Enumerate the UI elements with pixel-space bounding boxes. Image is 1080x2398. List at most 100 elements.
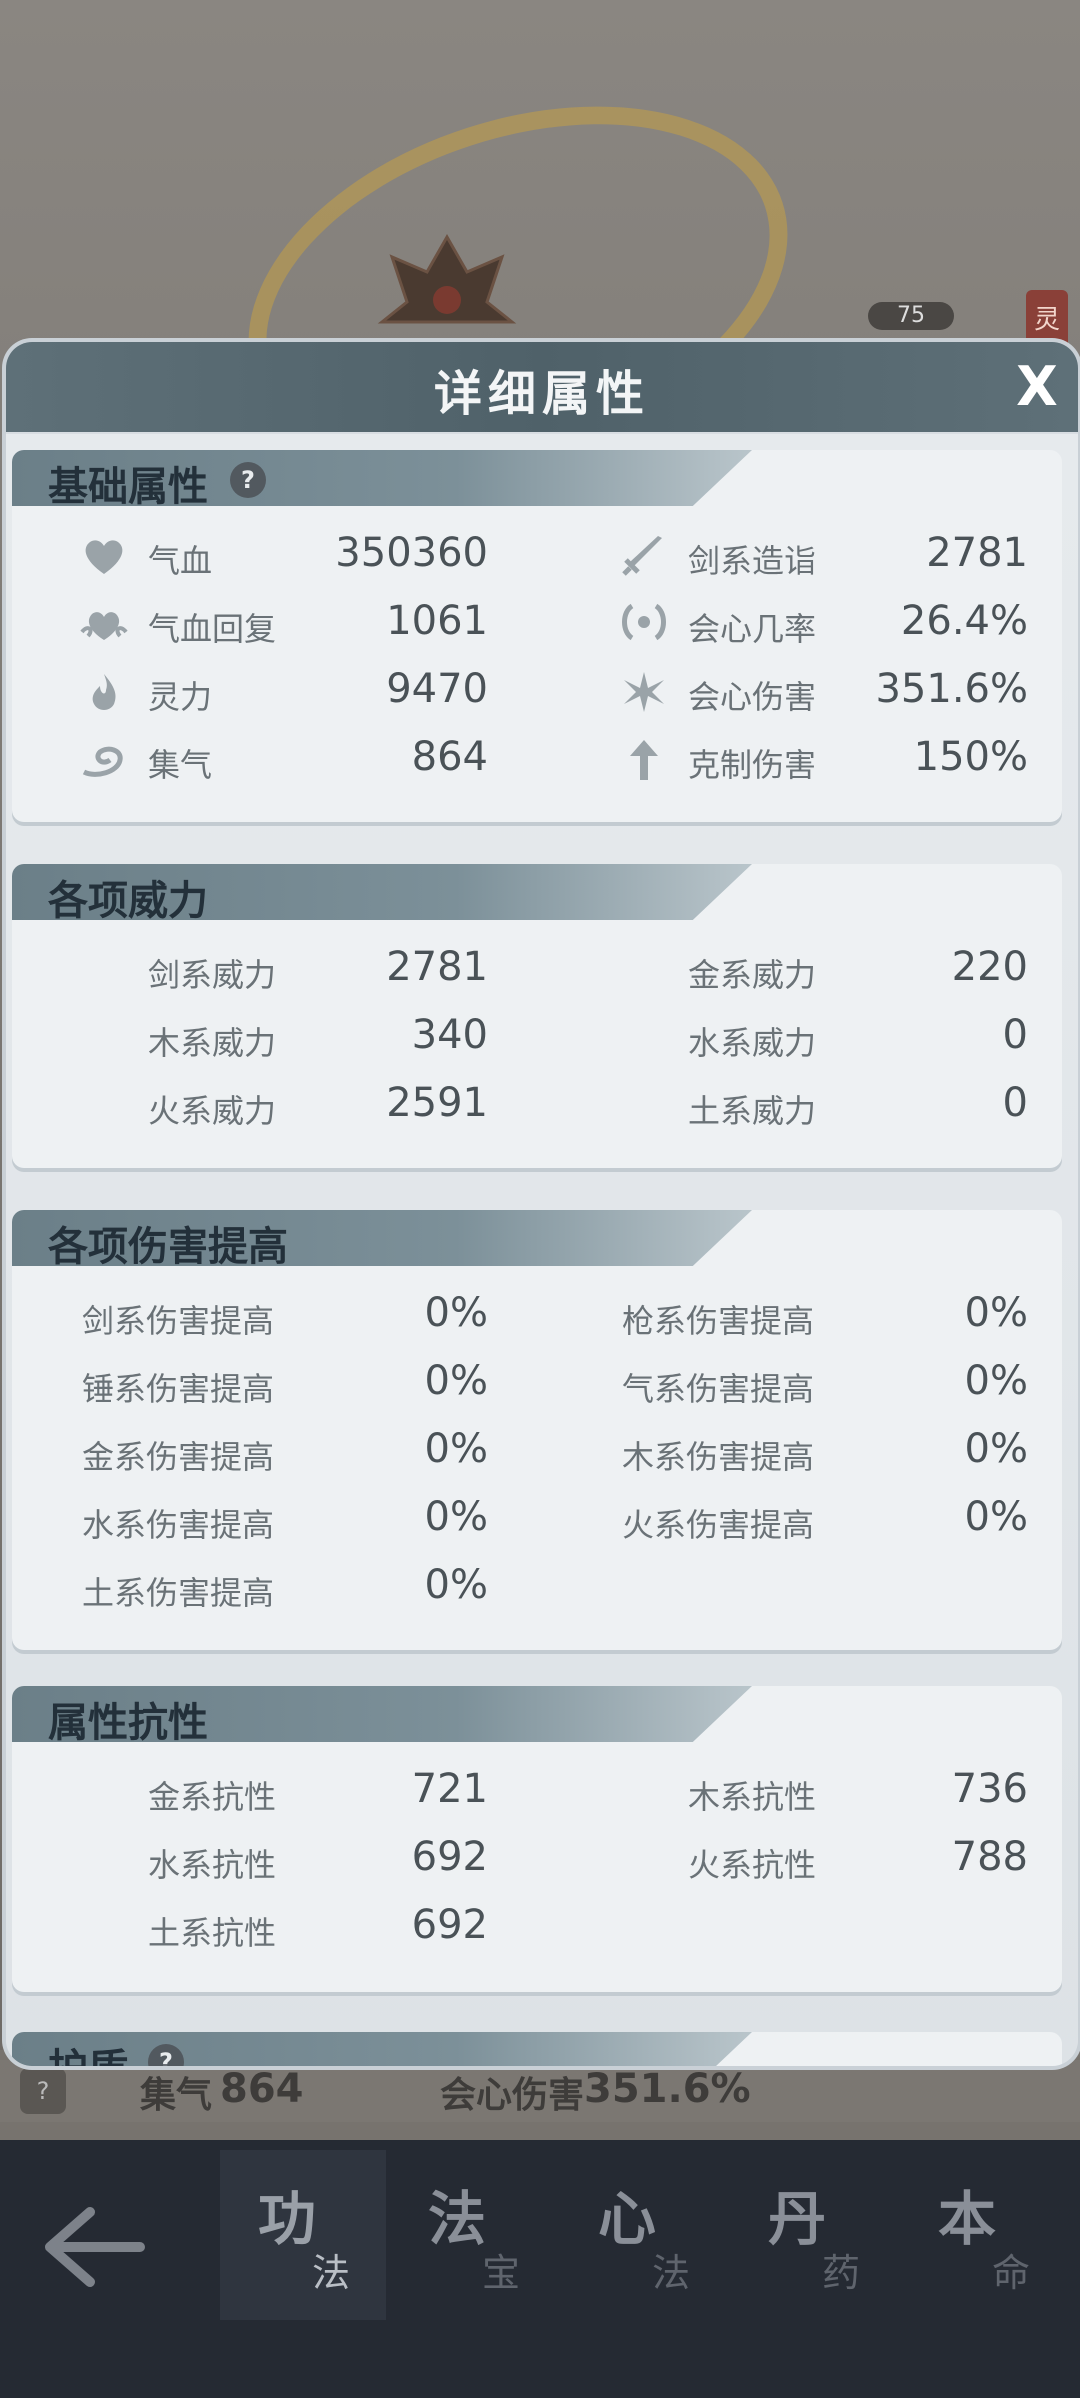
stat-label: 土系伤害提高 — [82, 1574, 275, 1612]
stat-value: 788 — [951, 1834, 1028, 1880]
modal-body[interactable]: 基础属性 ? 气血 350360 气血回复 1061 灵力 9470 集气 86… — [6, 434, 1078, 2066]
help-icon[interactable]: ? — [230, 462, 266, 498]
stat-label: 火系伤害提高 — [622, 1506, 815, 1544]
stat-label: 剑系威力 — [148, 956, 277, 994]
stat-label: 气血回复 — [148, 610, 277, 648]
stat-label: 锤系伤害提高 — [82, 1370, 275, 1408]
stat-label: 火系威力 — [148, 1092, 277, 1130]
stat-label: 金系伤害提高 — [82, 1438, 275, 1476]
crit-damage-icon — [624, 672, 664, 712]
stat-value: 9470 — [386, 666, 488, 712]
stat-value: 26.4% — [900, 598, 1028, 644]
stat-label: 灵力 — [148, 678, 213, 716]
close-button[interactable]: X — [1010, 360, 1064, 414]
tab-char: 命 — [992, 2251, 1031, 2295]
section-resistance: 属性抗性 金系抗性 721 水系抗性 692 土系抗性 692 木系抗性 736… — [12, 1686, 1062, 1992]
level-badge: 75 — [868, 302, 954, 330]
helmet-crest-icon — [377, 233, 517, 324]
tab-char: 药 — [822, 2251, 861, 2295]
tab-char: 功 — [258, 2185, 317, 2253]
help-icon[interactable]: ? — [20, 2068, 66, 2114]
stat-value: 2591 — [386, 1080, 488, 1126]
stat-label: 木系伤害提高 — [622, 1438, 815, 1476]
stat-label: 集气 — [148, 746, 213, 784]
section-protection: 护盾 ? — [12, 2032, 1062, 2066]
strip-value: 351.6% — [584, 2066, 751, 2112]
stat-value: 736 — [951, 1766, 1028, 1812]
tab-char: 心 — [598, 2185, 657, 2253]
back-arrow-icon[interactable] — [40, 2202, 150, 2292]
stat-value: 692 — [411, 1902, 488, 1948]
crit-chance-icon — [622, 603, 666, 641]
bottom-nav: 功 法 法 宝 心 法 丹 药 本 命 — [0, 2140, 1080, 2398]
stat-value: 2781 — [926, 530, 1028, 576]
tab-benming[interactable]: 本 命 — [900, 2150, 1066, 2320]
section-basic: 基础属性 ? 气血 350360 气血回复 1061 灵力 9470 集气 86… — [12, 450, 1062, 822]
stat-label: 水系伤害提高 — [82, 1506, 275, 1544]
strip-label: 会心伤害 — [440, 2075, 585, 2116]
heart-icon — [85, 540, 123, 574]
flame-icon — [92, 674, 116, 710]
tab-char: 法 — [652, 2251, 691, 2295]
section-title: 各项威力 — [48, 877, 208, 924]
stat-value: 0% — [424, 1562, 488, 1608]
stat-label: 土系抗性 — [148, 1914, 277, 1952]
tab-fabao[interactable]: 法 宝 — [390, 2150, 556, 2320]
attribute-modal: 详细属性 X 基础属性 ? 气血 350360 气血回复 1061 灵力 947… — [6, 342, 1078, 2066]
stat-value: 0 — [1002, 1012, 1028, 1058]
stat-label: 金系威力 — [688, 956, 817, 994]
stat-label: 气系伤害提高 — [622, 1370, 815, 1408]
stat-value: 0% — [424, 1494, 488, 1540]
stat-value: 340 — [411, 1012, 488, 1058]
stat-label: 水系威力 — [688, 1024, 817, 1062]
stat-value: 0% — [964, 1426, 1028, 1472]
section-title: 各项伤害提高 — [48, 1223, 288, 1270]
section-title: 基础属性 — [48, 463, 208, 510]
stat-label: 木系抗性 — [688, 1778, 817, 1816]
strip-value: 864 — [220, 2066, 304, 2112]
stat-label: 金系抗性 — [148, 1778, 277, 1816]
stat-label: 剑系造诣 — [688, 542, 817, 580]
stat-label: 土系威力 — [688, 1092, 817, 1130]
stat-value: 351.6% — [875, 666, 1028, 712]
stat-value: 220 — [951, 944, 1028, 990]
section-damage-boost: 各项伤害提高 剑系伤害提高 0% 锤系伤害提高 0% 金系伤害提高 0% 水系伤… — [12, 1210, 1062, 1650]
background-stat-strip: ? 集气 864 会心伤害 351.6% — [0, 2060, 1080, 2122]
swirl-icon — [82, 746, 123, 777]
stat-value: 150% — [913, 734, 1028, 780]
tab-gongfa[interactable]: 功 法 — [220, 2150, 386, 2320]
sword-icon — [622, 536, 662, 576]
stat-label: 会心几率 — [688, 610, 817, 648]
stat-value: 0% — [964, 1290, 1028, 1336]
stat-value: 864 — [411, 734, 488, 780]
tab-char: 本 — [938, 2185, 997, 2253]
tab-danyao[interactable]: 丹 药 — [730, 2150, 896, 2320]
stat-value: 0% — [964, 1358, 1028, 1404]
stat-label: 水系抗性 — [148, 1846, 277, 1884]
section-title: 属性抗性 — [48, 1699, 208, 1746]
stat-value: 0% — [964, 1494, 1028, 1540]
tab-char: 丹 — [768, 2185, 827, 2253]
stat-label: 木系威力 — [148, 1024, 277, 1062]
counter-icon — [630, 740, 658, 780]
modal-header: 详细属性 X — [6, 342, 1078, 432]
stat-label: 枪系伤害提高 — [622, 1302, 815, 1340]
stat-label: 火系抗性 — [688, 1846, 817, 1884]
tab-char: 法 — [312, 2251, 351, 2295]
stat-value: 350360 — [335, 530, 488, 576]
tab-xinfa[interactable]: 心 法 — [560, 2150, 726, 2320]
stat-value: 2781 — [386, 944, 488, 990]
stat-label: 剑系伤害提高 — [82, 1302, 275, 1340]
tab-char: 法 — [428, 2185, 487, 2253]
stat-value: 721 — [411, 1766, 488, 1812]
section-title: 护盾 — [48, 2036, 128, 2066]
stat-value: 692 — [411, 1834, 488, 1880]
section-power: 各项威力 剑系威力 2781 木系威力 340 火系威力 2591 金系威力 2… — [12, 864, 1062, 1168]
strip-label: 集气 — [140, 2075, 213, 2116]
stat-label: 克制伤害 — [688, 746, 817, 784]
tab-char: 宝 — [482, 2251, 521, 2295]
stat-label: 气血 — [148, 542, 213, 580]
stat-value: 0% — [424, 1358, 488, 1404]
heart-regen-icon — [80, 612, 128, 640]
side-tag[interactable]: 灵 — [1026, 290, 1068, 350]
